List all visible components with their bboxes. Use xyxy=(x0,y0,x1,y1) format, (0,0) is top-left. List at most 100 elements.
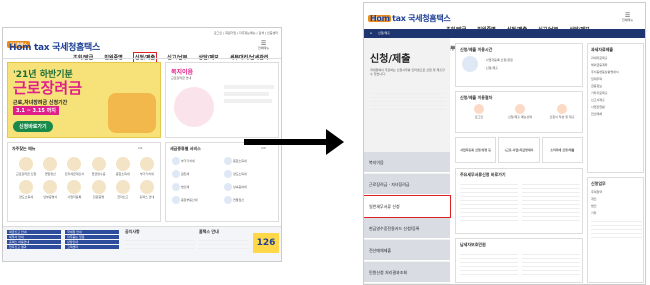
quick-button[interactable]: 사업자등록 신청/정정 등 xyxy=(455,137,497,163)
bottom-link[interactable]: 상담안내 xyxy=(65,240,119,244)
service-item[interactable]: 양도소득세 xyxy=(224,170,276,178)
bottom-event-title[interactable]: 홈택스 안내 xyxy=(199,229,219,234)
document-icon xyxy=(139,157,154,171)
faq-item[interactable]: 납부증명서 xyxy=(38,180,62,199)
document-icon xyxy=(43,157,58,171)
faq-item[interactable]: 전자신고 xyxy=(111,180,135,199)
quick-button[interactable]: 소비자에 신청/제출 xyxy=(541,137,583,163)
taxpayer-box: 납세자보호민원 xyxy=(455,238,583,283)
faq-item[interactable]: 근로장려금 신청 xyxy=(14,157,38,176)
breadcrumb[interactable]: 신청/제출 xyxy=(378,31,390,35)
service-item[interactable]: 상속증여세 xyxy=(224,183,276,191)
guide-box-title: 신청/제출 이용시간 xyxy=(460,47,493,52)
right-col-item[interactable]: 해외금융계좌 xyxy=(591,63,642,67)
right-screenshot: SN플렉스 Hom tax 국세청홈택스 조회/발급 민원증명 신청/제출 신고… xyxy=(363,2,646,285)
left-banner[interactable]: '21년 하반기분 근로장려금 근로,자녀장려금 신청기간 3.1 ~ 3.15… xyxy=(7,62,161,138)
transition-arrow-shaft xyxy=(244,139,328,145)
document-icon xyxy=(115,180,130,194)
left-top-links[interactable]: 로그인 | 회원가입 | 자주찾는메뉴 | 검색 | 인증센터 xyxy=(133,31,278,35)
faq-item[interactable]: 민원증명 xyxy=(86,180,110,199)
service-item[interactable]: 법인세 xyxy=(172,183,224,191)
right-col-lower-item[interactable]: 기타 xyxy=(591,211,642,215)
side-menu-item[interactable]: 민원신청 처리결과조회 xyxy=(364,262,450,283)
left-all-menu-button[interactable]: ☰ 전체메뉴 xyxy=(258,41,269,51)
usage-box: 신청/제출 이용절차 로그인 신청/제출 메뉴선택 신청서 작성 및 제출 xyxy=(455,91,583,133)
services-pager[interactable]: 1/2 xyxy=(261,146,266,150)
main-docs-list-left xyxy=(460,181,518,221)
tax-icon xyxy=(172,170,180,178)
document-icon xyxy=(67,157,82,171)
bottom-link[interactable]: 세무서 안내 xyxy=(7,235,61,239)
right-col-item[interactable]: 주식등변동상황명세서 xyxy=(591,70,642,74)
faq-item[interactable]: 부가가치세 xyxy=(135,157,159,176)
usage-title: 신청/제출 이용절차 xyxy=(460,95,493,100)
service-item[interactable]: 원천세 xyxy=(172,170,224,178)
main-docs-title: 주요세무서류신청 바로가기 xyxy=(460,172,506,177)
right-col-lower-item[interactable]: 법인 xyxy=(591,204,642,208)
transition-arrow-icon xyxy=(326,129,344,155)
left-notice-box[interactable]: 복지이음 근로장려금 안내 xyxy=(165,62,279,138)
banner-illustration xyxy=(108,93,156,133)
left-main-nav: 조회/발급 민원증명 신청/제출 신고/납부 상담/제보 세무대리/납세관리 xyxy=(73,44,274,63)
right-col-item[interactable]: 사업장현황 xyxy=(591,105,642,109)
faq-item[interactable]: 홈택스 안내 xyxy=(135,180,159,199)
bottom-link[interactable]: 전자신고 결과 xyxy=(7,245,61,249)
login-icon xyxy=(474,104,484,114)
service-item[interactable]: 연말정산 xyxy=(224,196,276,204)
tax-icon xyxy=(172,157,180,165)
tax-icon xyxy=(224,157,232,165)
faq-item[interactable]: 현금영수증 xyxy=(86,157,110,176)
faq-pager[interactable]: 1/1 xyxy=(138,146,143,150)
right-col-item[interactable]: 신고서제출 xyxy=(591,98,642,102)
right-col-item[interactable]: 전산매체 xyxy=(591,112,642,116)
right-col-item[interactable]: 임대주택 xyxy=(591,77,642,81)
menu-select-icon xyxy=(515,104,525,114)
faq-item[interactable]: 사업자등록 xyxy=(62,180,86,199)
side-menu-item[interactable]: 현금영수증전용카드 신청/등록 xyxy=(364,218,450,239)
taxpayer-list-left xyxy=(460,251,518,275)
bottom-link[interactable]: 국세청 안내 xyxy=(65,230,119,234)
bottom-link[interactable]: 자주묻는 질문 xyxy=(65,235,119,239)
right-col-lower-item[interactable]: 개인 xyxy=(591,197,642,201)
right-side-column: 신청/제출 국세청에서 주관하는 신청사무를 인터넷으로 신청 및 제출할 수 … xyxy=(364,38,451,284)
submit-icon xyxy=(557,104,567,114)
left-faq-panel: 자주찾는 메뉴 1/1 근로장려금 신청 연말정산 전자세금계산서 현금영수증 … xyxy=(7,142,161,222)
callcenter-number[interactable]: 126 xyxy=(253,233,279,253)
service-item[interactable]: 종합소득세 xyxy=(224,157,276,165)
right-col-item[interactable]: 금융정보 xyxy=(591,84,642,88)
clock-icon xyxy=(462,56,478,72)
quick-button[interactable]: (근로·사업)지급명세서 xyxy=(498,137,540,163)
right-logo[interactable]: Hom tax 국세청홈택스 xyxy=(370,13,451,24)
side-menu-item-highlighted[interactable]: 일반세무서류 신청 xyxy=(364,195,451,218)
bottom-link[interactable]: 홈택스 이용안내 xyxy=(7,240,61,244)
faq-item[interactable]: 종합소득세 xyxy=(111,157,135,176)
right-breadcrumb-bar: ⌂ 신청/제출 xyxy=(364,29,645,38)
faq-item[interactable]: 연말정산 xyxy=(38,157,62,176)
right-all-menu-button[interactable]: ☰ 전체메뉴 xyxy=(622,13,633,23)
receipt-icon xyxy=(91,157,106,171)
service-item[interactable]: 종합부동산세 xyxy=(172,196,224,204)
faq-item[interactable]: 양도소득세 xyxy=(14,180,38,199)
side-menu-item[interactable]: 근로장려금 · 자녀장려금 xyxy=(364,174,450,195)
document-icon xyxy=(19,157,34,171)
faq-item[interactable]: 전자세금계산서 xyxy=(62,157,86,176)
home-icon[interactable]: ⌂ xyxy=(370,31,372,35)
usage-step: 신청/제출 메뉴선택 xyxy=(502,104,538,119)
bottom-link[interactable]: 고객센터 xyxy=(65,245,119,249)
document-icon xyxy=(19,180,34,194)
right-col-lower-item[interactable]: 주택청약 xyxy=(591,190,642,194)
usage-step: 로그인 xyxy=(464,104,494,119)
side-menu-item[interactable]: 전산매체제출 xyxy=(364,240,450,261)
service-item[interactable]: 부가가치세 xyxy=(172,157,224,165)
guide-row: · 신청/제출 xyxy=(484,66,498,70)
page-notes xyxy=(370,90,446,110)
main-docs-box: 주요세무서류신청 바로가기 xyxy=(455,168,583,234)
bottom-link[interactable]: 세금신고 안내 xyxy=(7,230,61,234)
document-icon xyxy=(91,180,106,194)
right-col-item[interactable]: 과세자료제출 xyxy=(591,56,642,60)
side-menu-item[interactable]: 복지이음 xyxy=(364,152,450,173)
right-column-lower-box: 신청업무 주택청약 개인 법인 기타 xyxy=(587,177,644,283)
right-col-item[interactable]: 기타자료제출 xyxy=(591,91,642,95)
bottom-notice-title[interactable]: 공지사항 xyxy=(125,229,140,234)
banner-apply-button[interactable]: 신청바로가기 xyxy=(13,121,53,132)
